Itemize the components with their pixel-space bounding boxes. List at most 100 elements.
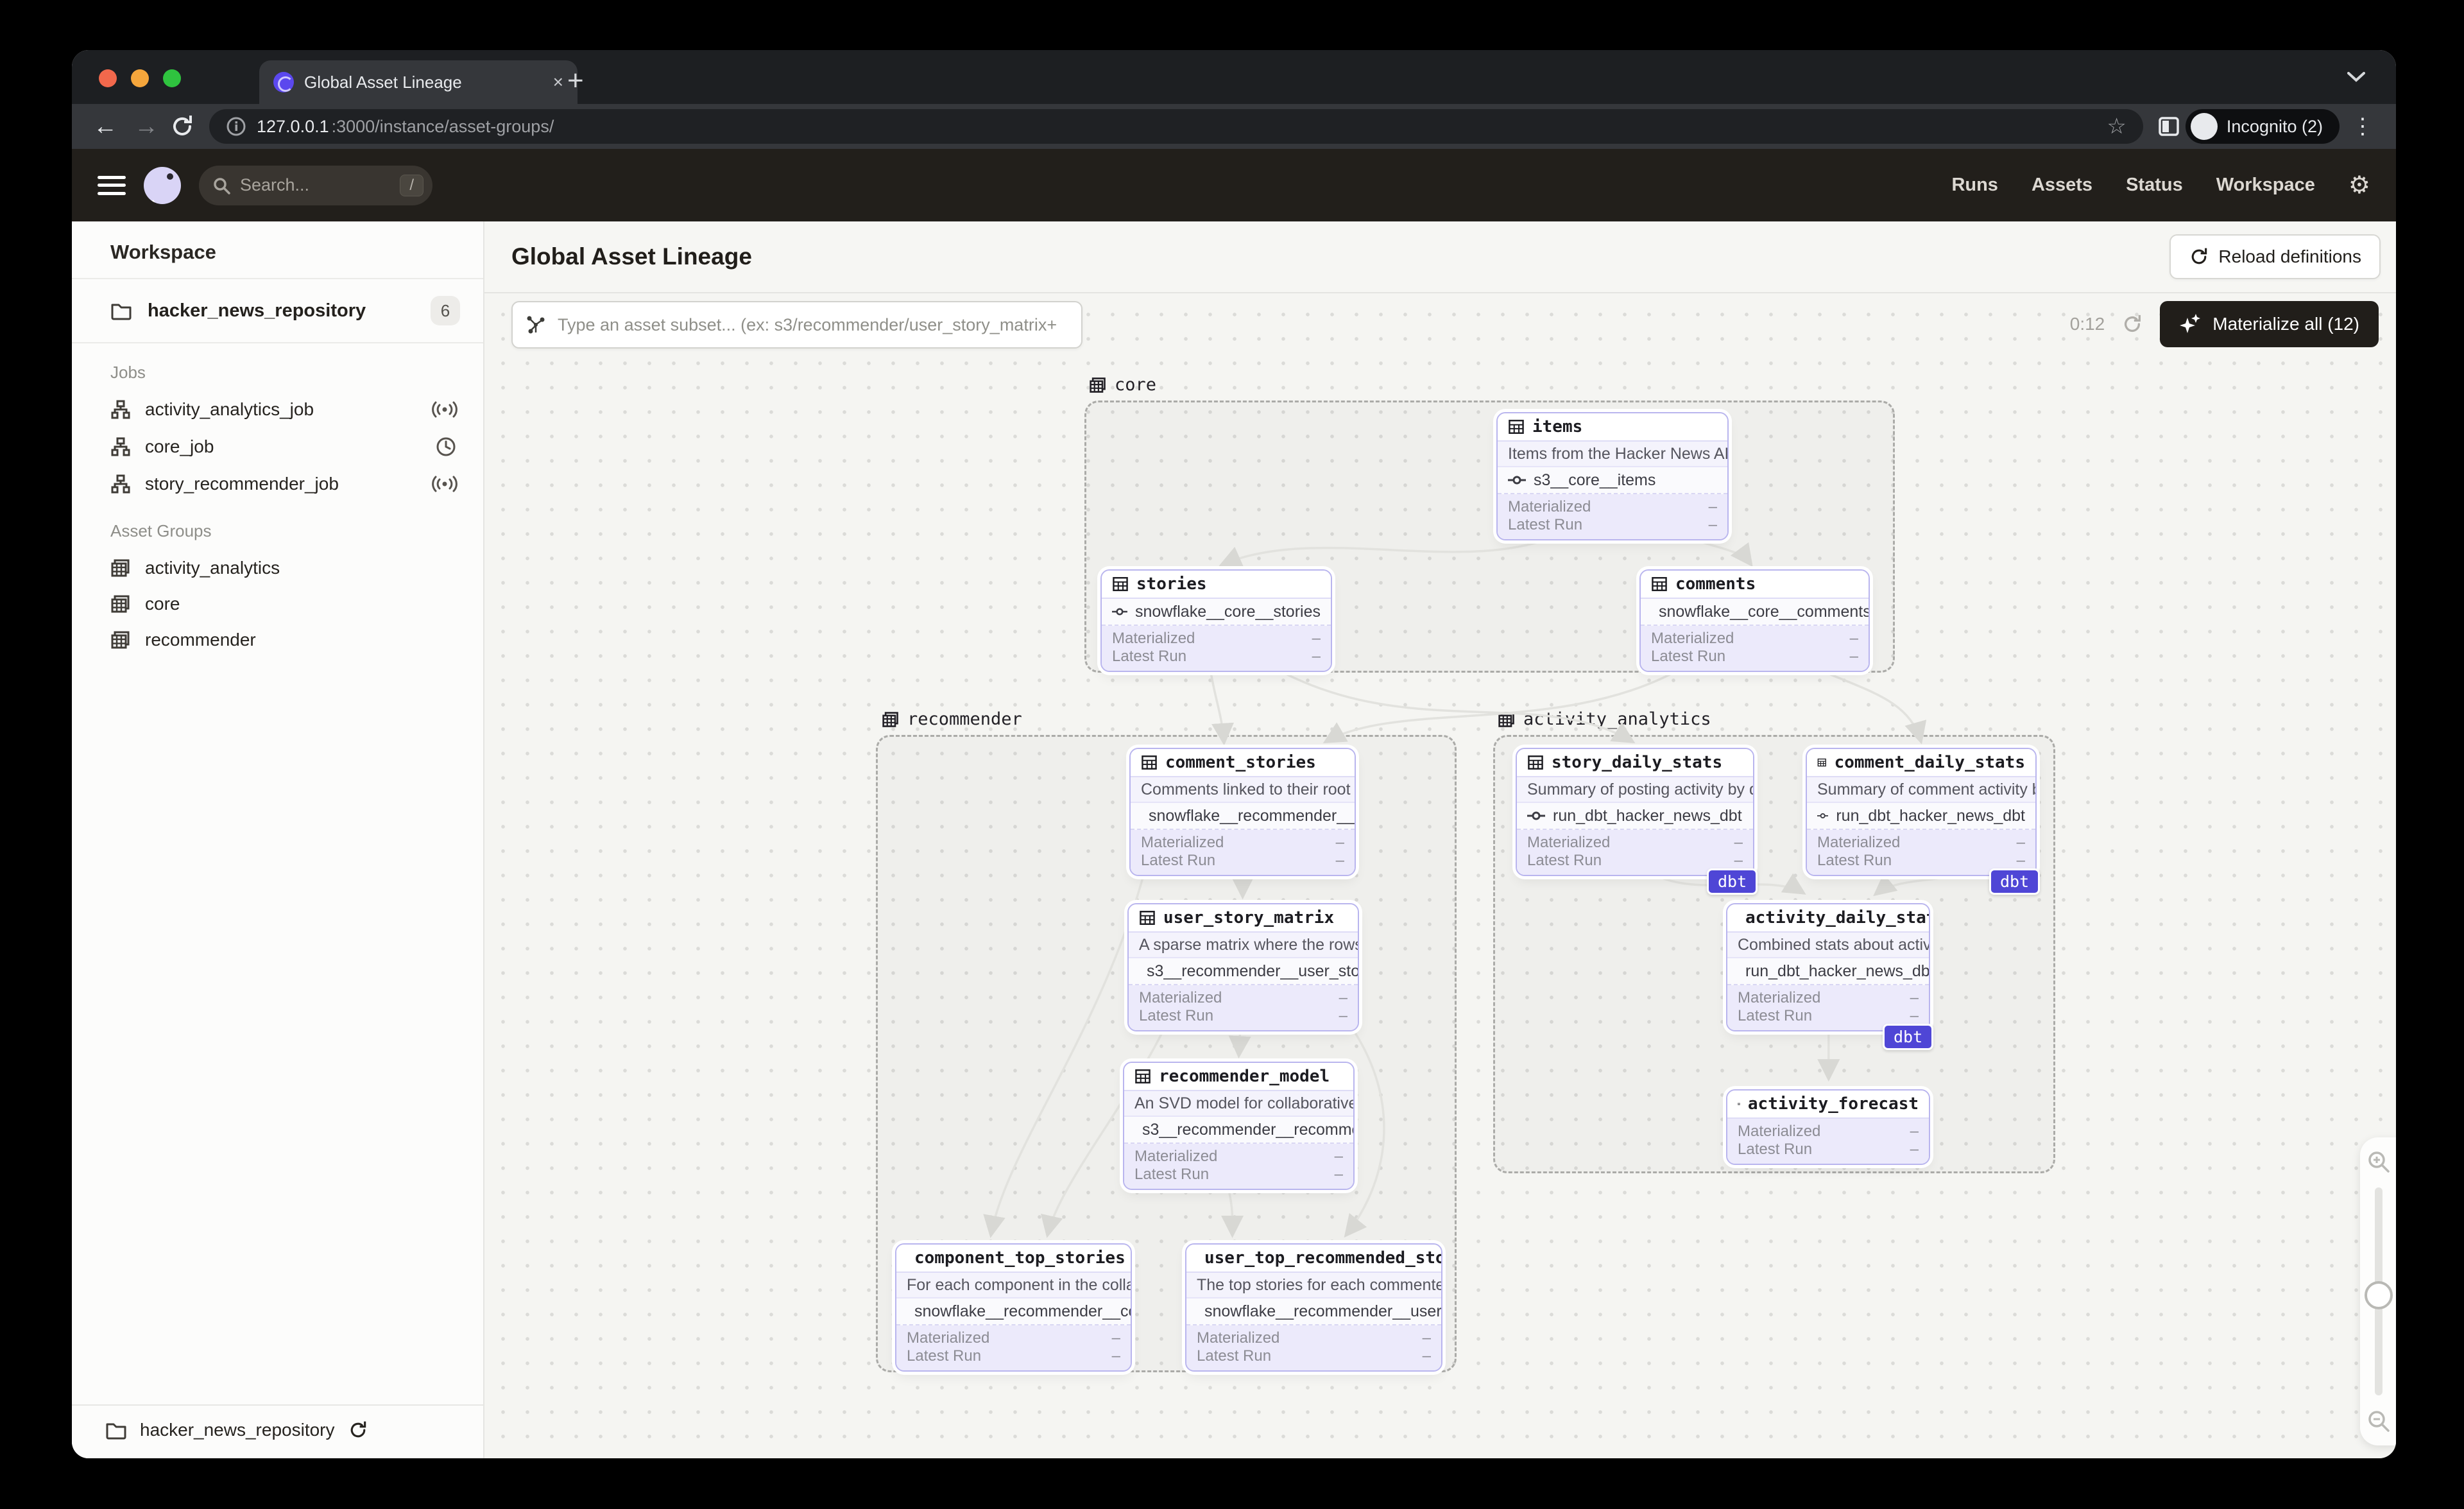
asset-node-component-top-stories[interactable]: component_top_stories For each component…	[895, 1243, 1132, 1372]
maximize-window-button[interactable]	[163, 69, 181, 87]
asset-node-recommender-model[interactable]: recommender_model An SVD model for colla…	[1123, 1062, 1355, 1190]
nav-workspace[interactable]: Workspace	[2216, 175, 2315, 196]
op-name: run_dbt_hacker_news_dbt	[1836, 806, 2025, 825]
zoom-in-icon[interactable]	[2366, 1149, 2391, 1175]
job-icon	[111, 437, 130, 456]
asset-group-icon	[111, 559, 130, 577]
asset-node-comment-daily-stats[interactable]: comment_daily_stats Summary of comment a…	[1806, 748, 2037, 876]
nav-status[interactable]: Status	[2126, 175, 2183, 196]
sidebar-item-story-recommender-job[interactable]: story_recommender_job	[72, 466, 483, 502]
gear-icon[interactable]: ⚙	[2348, 171, 2370, 200]
incognito-label: Incognito (2)	[2226, 116, 2323, 136]
zoom-out-icon[interactable]	[2366, 1408, 2391, 1434]
asset-node-activity-daily-stats[interactable]: activity_daily_stats Combined stats abou…	[1726, 903, 1930, 1031]
close-window-button[interactable]	[99, 69, 117, 87]
dagster-logo[interactable]	[144, 166, 181, 204]
op-name: s3__recommender__user_story_matrix	[1147, 961, 1358, 980]
sidebar-item-group-activity-analytics[interactable]: activity_analytics	[72, 550, 483, 586]
app-nav: Runs Assets Status Workspace ⚙	[1951, 171, 2370, 200]
sidebar-item-core-job[interactable]: core_job	[72, 427, 483, 466]
new-tab-button[interactable]: +	[567, 67, 584, 95]
zoom-slider[interactable]	[2365, 1187, 2393, 1395]
global-search[interactable]: Search... /	[199, 165, 432, 205]
app-header: Search... / Runs Assets Status Workspace…	[72, 149, 2396, 221]
asset-node-comments[interactable]: comments snowflake__core__comments Mater…	[1639, 569, 1870, 672]
asset-description: Summary of posting activity by day	[1517, 777, 1753, 803]
hamburger-menu-icon[interactable]	[98, 175, 126, 195]
browser-menu-icon[interactable]: ⋮	[2345, 114, 2381, 139]
search-placeholder: Search...	[240, 175, 310, 194]
op-name: snowflake__recommender__comment_...	[1149, 806, 1355, 825]
asset-node-user-story-matrix[interactable]: user_story_matrix A sparse matrix where …	[1127, 903, 1359, 1031]
table-icon	[1528, 755, 1543, 770]
sidebar-item-group-recommender[interactable]: recommender	[72, 622, 483, 658]
asset-node-activity-forecast[interactable]: activity_forecast Materialized – Latest R…	[1726, 1089, 1930, 1165]
folder-icon	[106, 1423, 126, 1440]
sparkle-icon	[2180, 314, 2201, 333]
asset-name: user_story_matrix	[1163, 908, 1335, 927]
dagster-favicon	[273, 72, 294, 92]
op-name: run_dbt_hacker_news_dbt	[1553, 806, 1742, 825]
table-icon	[1142, 755, 1157, 770]
table-icon	[1652, 577, 1667, 591]
sidebar-item-activity-analytics-job[interactable]: activity_analytics_job	[72, 392, 483, 427]
asset-group-icon	[111, 631, 130, 649]
asset-filter-input[interactable]	[556, 314, 1068, 336]
asset-node-comment-stories[interactable]: comment_stories Comments linked to their…	[1129, 748, 1356, 876]
asset-node-user-top-recommended-stories[interactable]: user_top_recommended_stories The top sto…	[1185, 1243, 1442, 1372]
op-name: snowflake__core__stories	[1134, 602, 1321, 621]
refresh-icon[interactable]	[2121, 313, 2143, 335]
url-host: 127.0.0.1	[257, 116, 329, 136]
asset-filter-input-wrap[interactable]	[511, 301, 1082, 349]
zoom-panel	[2360, 1137, 2396, 1445]
browser-tab[interactable]: Global Asset Lineage ×	[259, 60, 578, 104]
refresh-icon[interactable]	[348, 1420, 368, 1440]
bookmark-star-icon[interactable]: ☆	[2107, 114, 2126, 139]
materialize-all-button[interactable]: Materialize all (12)	[2160, 301, 2379, 347]
browser-window: Global Asset Lineage × + ← → 127.0.0.1:3…	[72, 50, 2396, 1458]
minimize-window-button[interactable]	[131, 69, 149, 87]
reload-definitions-button[interactable]: Reload definitions	[2169, 234, 2381, 279]
back-button[interactable]: ←	[87, 113, 123, 141]
reload-page-button[interactable]	[169, 114, 195, 139]
dbt-badge: dbt	[1883, 1024, 1934, 1050]
op-name: snowflake__core__comments	[1659, 602, 1869, 621]
asset-name: stories	[1136, 574, 1207, 594]
asset-description: A sparse matrix where the rows are users…	[1129, 933, 1358, 958]
sensor-icon	[432, 401, 458, 418]
sidebar: Workspace hacker_news_repository 6 Jobs …	[72, 221, 484, 1458]
asset-node-stories[interactable]: stories snowflake__core__stories Materia…	[1100, 569, 1332, 672]
tab-strip: Global Asset Lineage × +	[72, 50, 2396, 104]
asset-description: The top stories for each commenter (user…	[1186, 1273, 1441, 1298]
asset-node-items[interactable]: items Items from the Hacker News API: ea…	[1496, 412, 1729, 540]
op-icon	[1112, 608, 1127, 616]
side-panel-icon[interactable]	[2157, 115, 2180, 138]
op-name: run_dbt_hacker_news_dbt	[1745, 961, 1929, 980]
asset-node-story-daily-stats[interactable]: story_daily_stats Summary of posting act…	[1516, 748, 1754, 876]
nav-assets[interactable]: Assets	[2032, 175, 2092, 196]
sidebar-item-group-core[interactable]: core	[72, 586, 483, 622]
op-name: snowflake__recommender__user_top_reco...	[1204, 1302, 1441, 1320]
canvas-actions: 0:12 Materialize all (12)	[2070, 301, 2379, 347]
sensor-icon	[432, 476, 458, 492]
lineage-canvas[interactable]: core recommender activity_analytics item…	[484, 293, 2396, 1458]
op-name: snowflake__recommender__componen...	[914, 1302, 1131, 1320]
page-info-icon[interactable]	[226, 116, 246, 137]
asset-name: user_top_recommended_stories	[1204, 1248, 1442, 1268]
asset-name: component_top_stories	[914, 1248, 1125, 1268]
tab-search-chevron-icon[interactable]	[2347, 72, 2365, 82]
asset-name: items	[1532, 417, 1583, 436]
asset-description: For each component in the collaborative …	[896, 1273, 1131, 1298]
zoom-slider-handle[interactable]	[2365, 1281, 2393, 1310]
forward-button[interactable]: →	[128, 113, 164, 141]
incognito-badge: Incognito (2)	[2185, 109, 2340, 144]
nav-runs[interactable]: Runs	[1951, 175, 1998, 196]
sidebar-footer[interactable]: hacker_news_repository	[72, 1404, 483, 1458]
repo-row[interactable]: hacker_news_repository 6	[72, 279, 483, 343]
asset-name: comments	[1675, 574, 1756, 594]
address-bar[interactable]: 127.0.0.1:3000/instance/asset-groups/ ☆	[209, 109, 2143, 144]
asset-groups-section-label: Asset Groups	[110, 521, 212, 540]
op-selector-icon	[527, 316, 545, 334]
close-tab-icon[interactable]: ×	[553, 72, 563, 92]
op-icon	[1817, 813, 1829, 819]
